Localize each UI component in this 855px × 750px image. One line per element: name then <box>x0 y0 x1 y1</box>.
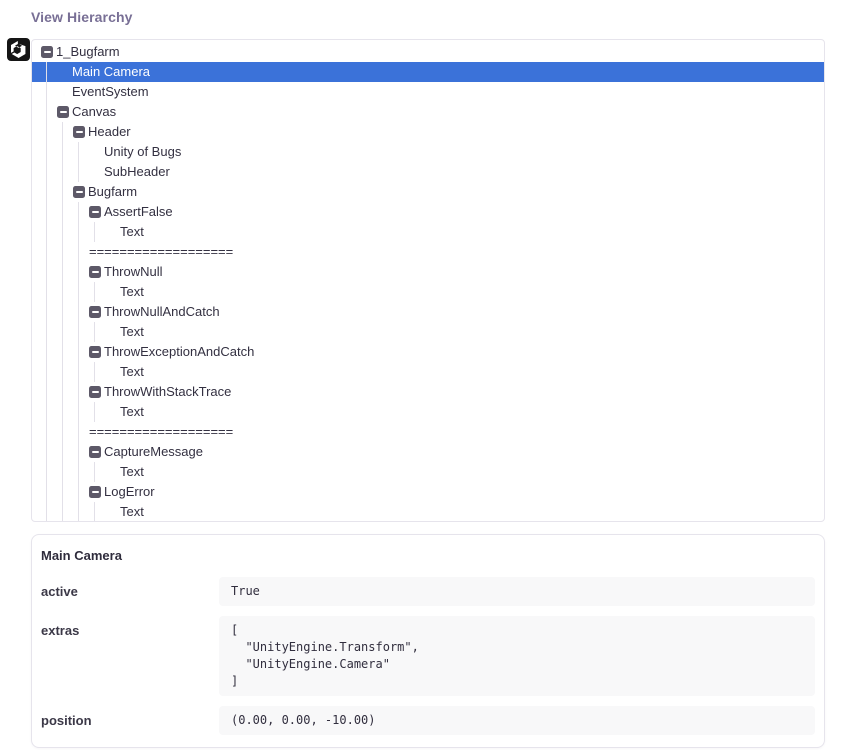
tree-children-group: Main CameraEventSystemCanvasHeaderUnity … <box>46 62 824 522</box>
tree-children-group: Text <box>94 462 824 482</box>
page-title: View Hierarchy <box>31 9 825 25</box>
page: View Hierarchy 1_BugfarmMain CameraEvent… <box>0 0 855 748</box>
tree-node-label: =================== <box>89 422 233 442</box>
details-panel: Main Camera activeTrueextras[ "UnityEngi… <box>31 534 825 748</box>
tree-children-group: HeaderUnity of BugsSubHeaderBugfarmAsser… <box>62 122 824 522</box>
tree-node[interactable]: ThrowNull <box>89 262 824 282</box>
tree-node-label: ThrowExceptionAndCatch <box>104 342 254 362</box>
tree-node[interactable]: Canvas <box>57 102 824 122</box>
tree-node[interactable]: 1_Bugfarm <box>41 42 824 62</box>
details-property-grid: activeTrueextras[ "UnityEngine.Transform… <box>41 577 815 735</box>
tree-children-group: Text <box>94 322 824 342</box>
tree-node-label: AssertFalse <box>104 202 173 222</box>
collapse-icon[interactable] <box>89 266 101 278</box>
tree-node-label: Main Camera <box>72 62 150 82</box>
tree-node-label: ThrowNull <box>104 262 163 282</box>
collapse-icon[interactable] <box>89 446 101 458</box>
tree-node[interactable]: Text <box>105 322 824 342</box>
tree-node[interactable]: SubHeader <box>89 162 824 182</box>
tree-node-label: SubHeader <box>104 162 170 182</box>
tree-children-group: Text <box>94 222 824 242</box>
hierarchy-tree-panel: 1_BugfarmMain CameraEventSystemCanvasHea… <box>31 39 825 522</box>
collapse-icon[interactable] <box>89 206 101 218</box>
property-value: True <box>219 577 815 606</box>
tree-node-label: Text <box>120 402 144 422</box>
tree-children-group: Text <box>94 402 824 422</box>
tree-node[interactable]: Unity of Bugs <box>89 142 824 162</box>
collapse-icon[interactable] <box>89 386 101 398</box>
tree-node-label: Bugfarm <box>88 182 137 202</box>
collapse-icon[interactable] <box>89 306 101 318</box>
tree-node-label: Text <box>120 362 144 382</box>
tree-node[interactable]: Main Camera <box>57 62 824 82</box>
tree-node[interactable]: CaptureMessage <box>89 442 824 462</box>
tree-node[interactable]: AssertFalse <box>89 202 824 222</box>
tree-children-group: Text <box>94 502 824 522</box>
tree-node-label: Text <box>120 462 144 482</box>
tree-node[interactable]: Text <box>105 362 824 382</box>
tree-children-group: AssertFalseText===================ThrowN… <box>78 202 824 522</box>
details-title: Main Camera <box>41 548 815 577</box>
tree-children-group: Text <box>94 282 824 302</box>
property-label: position <box>41 706 219 735</box>
property-value: (0.00, 0.00, -10.00) <box>219 706 815 735</box>
tree-node-label: Text <box>120 502 144 522</box>
collapse-icon[interactable] <box>89 486 101 498</box>
tree-node[interactable]: ThrowWithStackTrace <box>89 382 824 402</box>
tree-node-label: CaptureMessage <box>104 442 203 462</box>
property-label: extras <box>41 616 219 696</box>
unity-icon <box>7 38 30 61</box>
collapse-icon[interactable] <box>89 346 101 358</box>
tree-divider-node[interactable]: =================== <box>89 242 824 262</box>
tree-node[interactable]: Bugfarm <box>73 182 824 202</box>
tree-node-label: EventSystem <box>72 82 149 102</box>
property-label: active <box>41 577 219 606</box>
collapse-icon[interactable] <box>57 106 69 118</box>
tree-node[interactable]: Text <box>105 282 824 302</box>
tree-node[interactable]: Text <box>105 402 824 422</box>
tree-node-label: ThrowWithStackTrace <box>104 382 231 402</box>
tree-divider-node[interactable]: =================== <box>89 422 824 442</box>
collapse-icon[interactable] <box>41 46 53 58</box>
unity-logo-glyph <box>10 41 27 58</box>
collapse-icon[interactable] <box>73 126 85 138</box>
property-value: [ "UnityEngine.Transform", "UnityEngine.… <box>219 616 815 696</box>
tree-node[interactable]: LogError <box>89 482 824 502</box>
tree-node-label: Text <box>120 322 144 342</box>
tree-node-label: Unity of Bugs <box>104 142 181 162</box>
tree-node-label: Text <box>120 282 144 302</box>
tree-node-label: Canvas <box>72 102 116 122</box>
collapse-icon[interactable] <box>73 186 85 198</box>
tree-node[interactable]: EventSystem <box>57 82 824 102</box>
tree-children-group: Unity of BugsSubHeader <box>78 142 824 182</box>
tree-node[interactable]: Header <box>73 122 824 142</box>
tree-node[interactable]: Text <box>105 222 824 242</box>
tree-node[interactable]: ThrowNullAndCatch <box>89 302 824 322</box>
tree-node-label: ThrowNullAndCatch <box>104 302 220 322</box>
tree-node-label: 1_Bugfarm <box>56 42 120 62</box>
tree-node-label: Text <box>120 222 144 242</box>
tree-node[interactable]: Text <box>105 462 824 482</box>
tree-children-group: Text <box>94 362 824 382</box>
tree-node[interactable]: Text <box>105 502 824 522</box>
tree-node-label: LogError <box>104 482 155 502</box>
tree-node-label: Header <box>88 122 131 142</box>
tree-node[interactable]: ThrowExceptionAndCatch <box>89 342 824 362</box>
tree-node-label: =================== <box>89 242 233 262</box>
